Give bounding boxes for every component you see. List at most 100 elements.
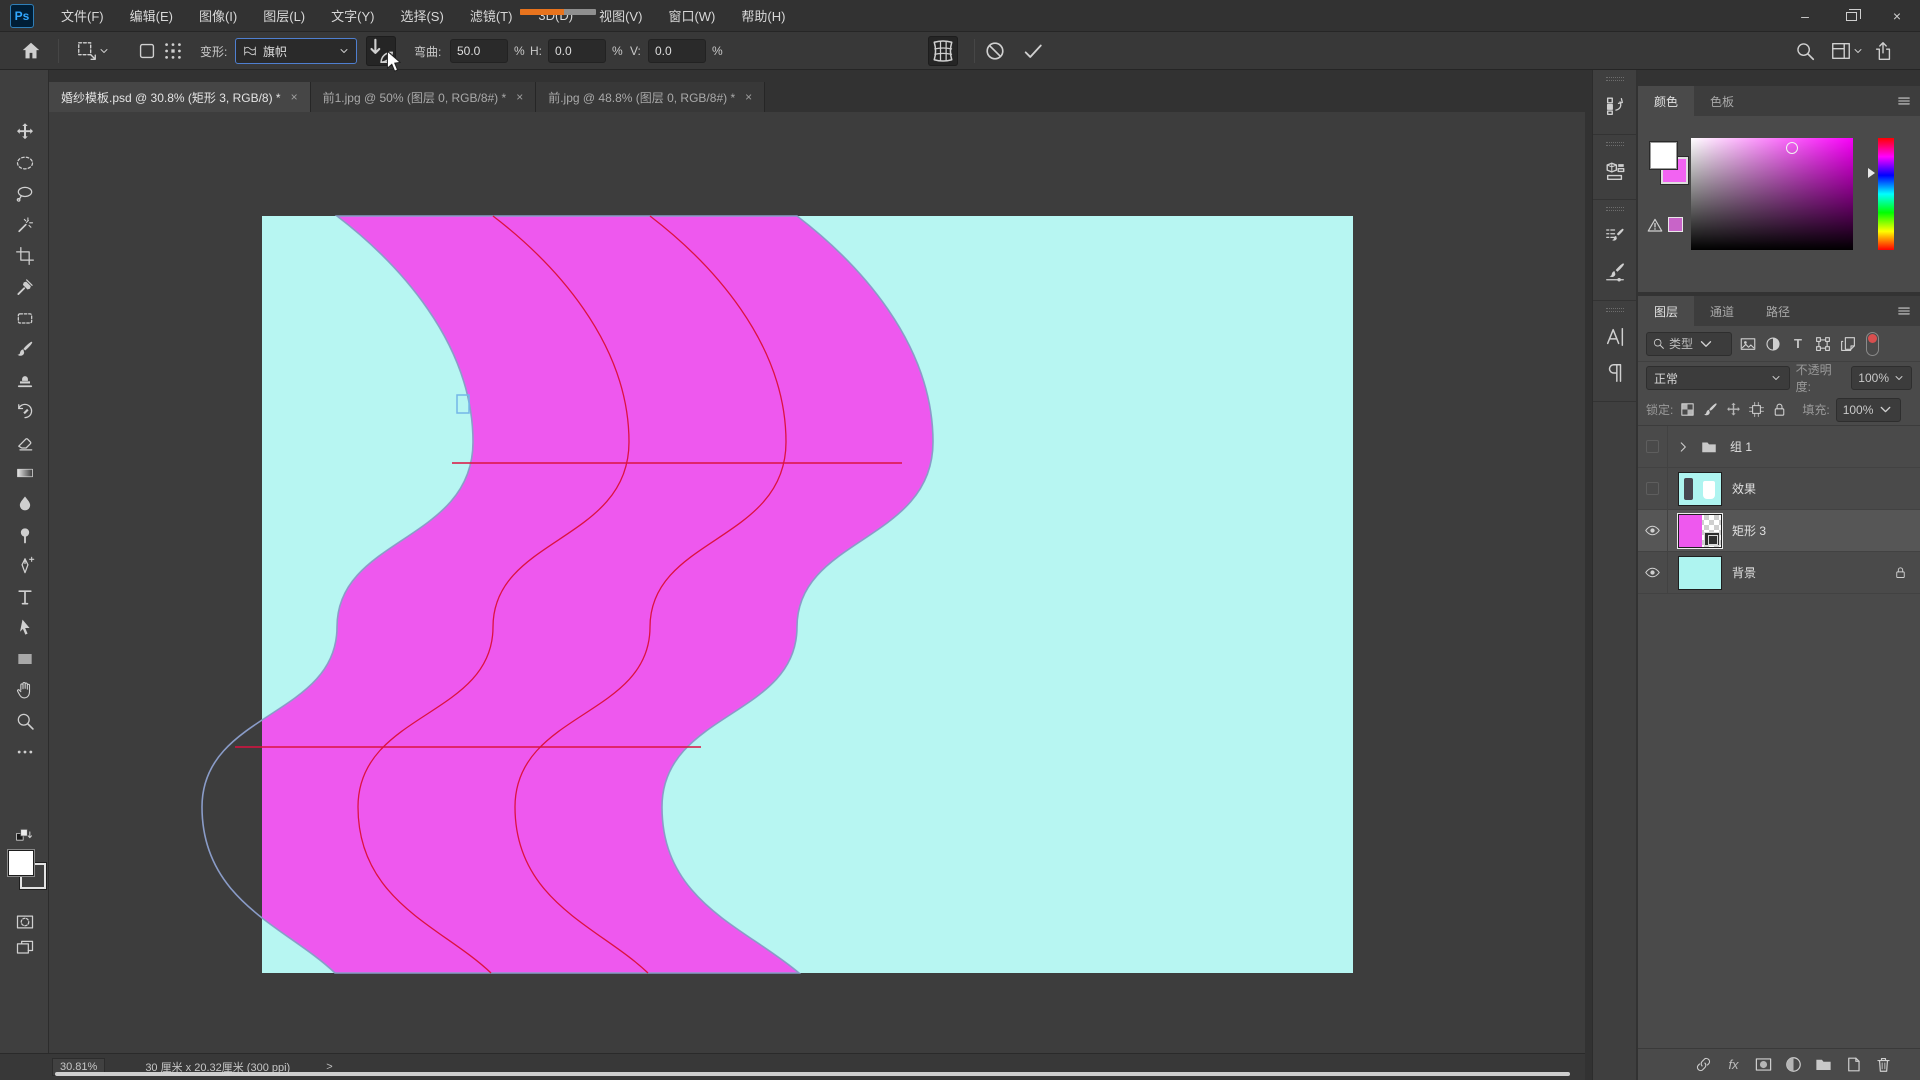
- layer-name[interactable]: 组 1: [1730, 438, 1752, 455]
- tab-close-icon[interactable]: ×: [745, 90, 752, 104]
- blend-mode-select[interactable]: 正常: [1646, 366, 1790, 390]
- bend-input[interactable]: [450, 39, 508, 63]
- layer-row-group1[interactable]: 组 1: [1638, 426, 1920, 468]
- lock-all-icon[interactable]: [1771, 401, 1788, 418]
- dock-grip[interactable]: [1606, 77, 1624, 81]
- tab-swatches[interactable]: 色板: [1694, 86, 1750, 116]
- filter-shape-layers-icon[interactable]: [1814, 335, 1832, 353]
- document-tab-1[interactable]: 前1.jpg @ 50% (图层 0, RGB/8#) *×: [311, 82, 537, 112]
- tab-close-icon[interactable]: ×: [516, 90, 523, 104]
- tab-close-icon[interactable]: ×: [291, 90, 298, 104]
- workspace-icon[interactable]: [1830, 40, 1852, 62]
- warp-mesh-toggle-button[interactable]: [928, 36, 958, 66]
- visibility-toggle[interactable]: [1638, 468, 1668, 510]
- layer-row-background[interactable]: 背景: [1638, 552, 1920, 594]
- lock-position-icon[interactable]: [1725, 401, 1742, 418]
- delete-layer-icon[interactable]: [1874, 1055, 1893, 1074]
- zoom-tool[interactable]: [8, 705, 42, 736]
- tab-layers[interactable]: 图层: [1638, 296, 1694, 326]
- foreground-color-swatch[interactable]: [8, 850, 34, 876]
- layer-filter-type[interactable]: 类型: [1646, 332, 1732, 356]
- dock-grip[interactable]: [1606, 142, 1624, 146]
- share-icon[interactable]: [1872, 40, 1894, 62]
- filter-pixel-layers-icon[interactable]: [1739, 335, 1757, 353]
- lasso-tool[interactable]: [8, 178, 42, 209]
- lock-pixels-icon[interactable]: [1702, 401, 1719, 418]
- new-group-icon[interactable]: [1814, 1055, 1833, 1074]
- layer-thumbnail[interactable]: [1678, 556, 1722, 590]
- brushes-panel-button[interactable]: [1597, 254, 1633, 290]
- eraser-tool[interactable]: [8, 426, 42, 457]
- menu-item-2[interactable]: 图像(I): [186, 0, 250, 31]
- elliptical-marquee-tool[interactable]: [8, 147, 42, 178]
- layer-row-rectangle3[interactable]: 矩形 3: [1638, 510, 1920, 552]
- eyedropper-tool[interactable]: [8, 271, 42, 302]
- layer-name[interactable]: 背景: [1732, 564, 1756, 581]
- group-expand-icon[interactable]: [1676, 440, 1690, 454]
- fill-value[interactable]: 100%: [1836, 398, 1902, 422]
- menu-item-5[interactable]: 选择(S): [387, 0, 456, 31]
- history-panel-button[interactable]: [1597, 88, 1633, 124]
- restore-button[interactable]: [1828, 0, 1874, 32]
- free-transform-icon[interactable]: [76, 40, 98, 62]
- pen-tool[interactable]: [8, 550, 42, 581]
- visibility-toggle[interactable]: [1638, 510, 1668, 552]
- hand-tool[interactable]: [8, 674, 42, 705]
- filter-type-layers-icon[interactable]: T: [1789, 335, 1807, 353]
- path-selection-tool[interactable]: [8, 612, 42, 643]
- menu-item-3[interactable]: 图层(L): [250, 0, 318, 31]
- gradient-tool[interactable]: [8, 457, 42, 488]
- cancel-transform-button[interactable]: [984, 40, 1006, 62]
- opacity-value[interactable]: 100%: [1851, 366, 1912, 390]
- crop-tool[interactable]: [8, 240, 42, 271]
- paragraph-panel-button[interactable]: [1597, 355, 1633, 391]
- tab-color[interactable]: 颜色: [1638, 86, 1694, 116]
- panel-menu-icon[interactable]: [1896, 94, 1912, 108]
- menu-item-9[interactable]: 窗口(W): [655, 0, 728, 31]
- hue-slider[interactable]: [1878, 138, 1894, 250]
- add-mask-icon[interactable]: [1754, 1055, 1773, 1074]
- lock-artboard-icon[interactable]: [1748, 401, 1765, 418]
- close-button[interactable]: ×: [1874, 0, 1920, 32]
- chevron-down-icon[interactable]: [98, 45, 110, 57]
- screen-mode-icon[interactable]: [15, 938, 35, 958]
- gamut-warning-icon[interactable]: [1646, 216, 1664, 234]
- menu-item-6[interactable]: 滤镜(T): [457, 0, 526, 31]
- gamut-safe-swatch[interactable]: [1668, 217, 1683, 232]
- layer-row-effect[interactable]: 效果: [1638, 468, 1920, 510]
- rectangle-tool[interactable]: [8, 643, 42, 674]
- filter-smart-objects-icon[interactable]: [1839, 335, 1857, 353]
- layer-thumbnail[interactable]: [1678, 472, 1722, 506]
- healing-patch-tool[interactable]: [8, 302, 42, 333]
- document-tab-2[interactable]: 前.jpg @ 48.8% (图层 0, RGB/8#) *×: [536, 82, 765, 112]
- edit-toolbar[interactable]: [8, 736, 42, 767]
- tab-channels[interactable]: 通道: [1694, 296, 1750, 326]
- warp-style-dropdown[interactable]: 旗帜: [235, 38, 357, 64]
- character-panel-button[interactable]: [1597, 319, 1633, 355]
- move-tool[interactable]: [8, 116, 42, 147]
- swap-colors-icon[interactable]: [7, 826, 41, 846]
- layer-filter-toggle[interactable]: [1866, 332, 1879, 356]
- tab-paths[interactable]: 路径: [1750, 296, 1806, 326]
- saturation-brightness-field[interactable]: [1691, 138, 1853, 250]
- layer-thumbnail[interactable]: [1678, 514, 1722, 548]
- menu-item-0[interactable]: 文件(F): [48, 0, 117, 31]
- history-brush-tool[interactable]: [8, 395, 42, 426]
- quick-mask-icon[interactable]: [15, 912, 35, 932]
- menu-item-8[interactable]: 视图(V): [586, 0, 655, 31]
- layer-name[interactable]: 效果: [1732, 480, 1756, 497]
- blur-tool[interactable]: [8, 488, 42, 519]
- magic-wand-tool[interactable]: [8, 209, 42, 240]
- layer-style-icon[interactable]: fx: [1724, 1055, 1743, 1074]
- color-picker-handle[interactable]: [1786, 142, 1798, 154]
- 3d-properties-panel-button[interactable]: [1597, 153, 1633, 189]
- hue-slider-marker[interactable]: [1868, 168, 1875, 178]
- clone-stamp-tool[interactable]: [8, 364, 42, 395]
- search-icon[interactable]: [1794, 40, 1816, 62]
- v-input[interactable]: [648, 39, 706, 63]
- brush-tool[interactable]: [8, 333, 42, 364]
- visibility-toggle[interactable]: [1638, 552, 1668, 594]
- menu-item-10[interactable]: 帮助(H): [728, 0, 798, 31]
- document-tab-0[interactable]: 婚纱模板.psd @ 30.8% (矩形 3, RGB/8) *×: [49, 82, 311, 112]
- adjustment-layer-icon[interactable]: [1784, 1055, 1803, 1074]
